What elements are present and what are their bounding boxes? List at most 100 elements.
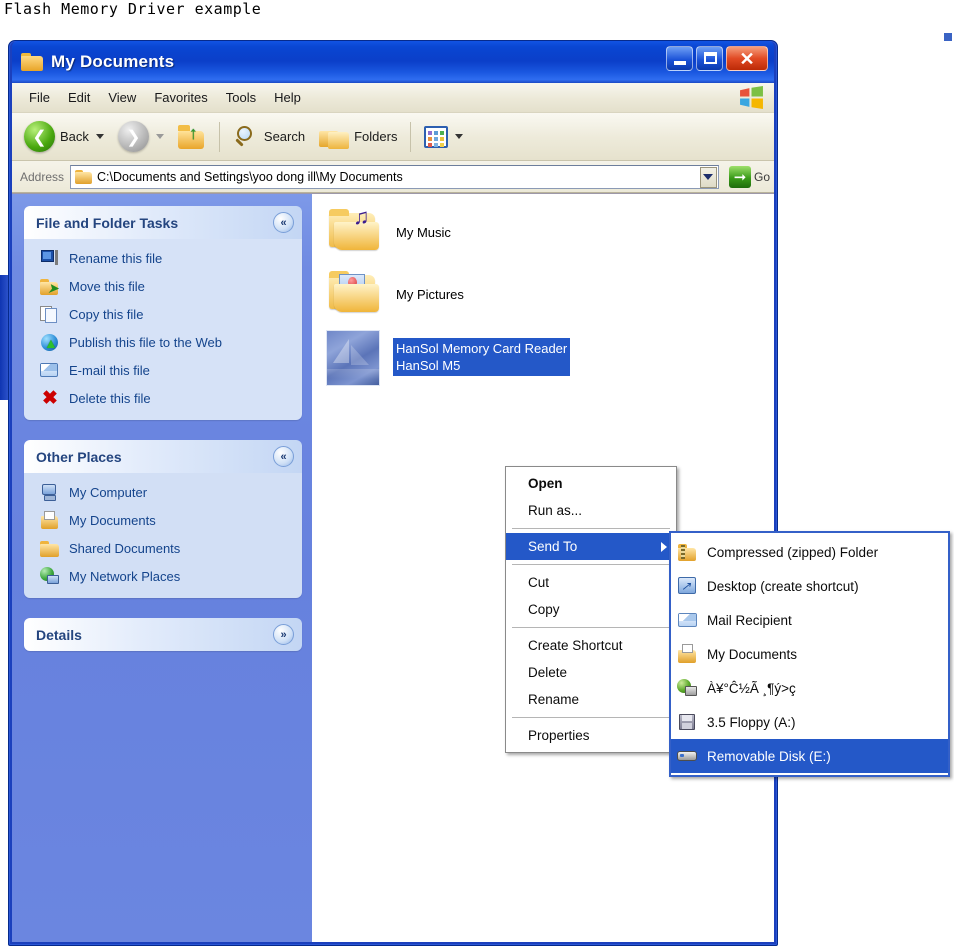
context-menu-item-rename[interactable]: Rename xyxy=(506,686,676,713)
folders-label: Folders xyxy=(354,129,398,144)
sidebar-item-label: E-mail this file xyxy=(69,363,150,378)
submenu-item-label: Compressed (zipped) Folder xyxy=(707,544,879,560)
sidebar-item-my-network-places[interactable]: My Network Places xyxy=(40,567,292,586)
up-folder-icon: ↑ xyxy=(177,124,206,149)
sidebar-item-email-this-file[interactable]: E-mail this file xyxy=(40,361,292,380)
chevron-up-icon[interactable]: « xyxy=(273,446,294,467)
submenu-item-removable-disk[interactable]: Removable Disk (E:) xyxy=(671,739,948,773)
context-menu-item-label: Send To xyxy=(528,539,578,554)
list-item[interactable]: My Pictures xyxy=(326,268,774,316)
back-dropdown-icon[interactable] xyxy=(95,134,104,139)
list-item-selected[interactable]: HanSol Memory Card Reader HanSol M5 xyxy=(326,330,774,386)
panel-header[interactable]: Other Places « xyxy=(24,440,302,473)
computer-icon xyxy=(40,483,60,502)
list-item[interactable]: ♫ My Music xyxy=(326,206,774,254)
search-button[interactable]: Search xyxy=(227,118,311,156)
menu-separator xyxy=(512,564,670,565)
submenu-item-network-drive[interactable]: À¥°Ĉ½Ã ¸¶ý>ç xyxy=(671,671,948,705)
desktop-shortcut-icon: ↗ xyxy=(677,576,698,596)
submenu-item-label: À¥°Ĉ½Ã ¸¶ý>ç xyxy=(707,680,796,696)
chevron-down-icon[interactable]: » xyxy=(273,624,294,645)
folders-button[interactable]: Folders xyxy=(313,118,403,156)
sidebar-item-rename-this-file[interactable]: Rename this file xyxy=(40,249,292,268)
views-dropdown-icon[interactable] xyxy=(455,134,464,139)
context-menu-item-copy[interactable]: Copy xyxy=(506,596,676,623)
address-label: Address xyxy=(20,169,65,184)
back-button[interactable]: ❮ Back xyxy=(18,118,110,156)
views-button[interactable] xyxy=(418,118,469,156)
address-dropdown-button[interactable] xyxy=(699,166,717,188)
sidebar-item-publish-to-web[interactable]: ▲ Publish this file to the Web xyxy=(40,333,292,352)
my-documents-icon xyxy=(40,511,60,530)
menu-tools[interactable]: Tools xyxy=(217,88,265,107)
panel-header[interactable]: File and Folder Tasks « xyxy=(24,206,302,239)
menu-file[interactable]: File xyxy=(20,88,59,107)
minimize-button[interactable] xyxy=(666,46,693,71)
context-menu-item-run-as[interactable]: Run as... xyxy=(506,497,676,524)
address-folder-icon xyxy=(75,169,93,184)
sidebar-item-label: Copy this file xyxy=(69,307,144,322)
context-menu[interactable]: Open Run as... Send To Cut Copy Create S… xyxy=(505,466,677,753)
submenu-item-compressed-folder[interactable]: Compressed (zipped) Folder xyxy=(671,535,948,569)
folder-icon xyxy=(21,53,43,71)
menu-help[interactable]: Help xyxy=(265,88,310,107)
menu-separator xyxy=(512,528,670,529)
panel-title: Details xyxy=(36,626,82,643)
views-icon xyxy=(424,125,449,148)
floppy-icon xyxy=(677,712,698,732)
submenu-item-my-documents[interactable]: My Documents xyxy=(671,637,948,671)
panel-file-and-folder-tasks: File and Folder Tasks « Rename this file… xyxy=(24,206,302,420)
music-folder-icon: ♫ xyxy=(326,206,380,254)
panel-header[interactable]: Details » xyxy=(24,618,302,651)
context-menu-item-open[interactable]: Open xyxy=(506,470,676,497)
sidebar-item-label: Move this file xyxy=(69,279,145,294)
removable-disk-icon xyxy=(677,746,698,766)
menu-bar: File Edit View Favorites Tools Help xyxy=(12,83,774,113)
sidebar-item-my-computer[interactable]: My Computer xyxy=(40,483,292,502)
page-title: Flash Memory Driver example xyxy=(4,0,262,18)
sidebar-item-move-this-file[interactable]: ➤ Move this file xyxy=(40,277,292,296)
context-menu-item-create-shortcut[interactable]: Create Shortcut xyxy=(506,632,676,659)
sidebar-item-copy-this-file[interactable]: Copy this file xyxy=(40,305,292,324)
go-button[interactable]: ➞ Go xyxy=(725,165,770,188)
application-thumbnail-icon xyxy=(326,330,381,386)
panel-body: Rename this file ➤ Move this file Copy t… xyxy=(24,239,302,420)
send-to-submenu[interactable]: Compressed (zipped) Folder ↗ Desktop (cr… xyxy=(669,531,950,777)
address-input[interactable]: C:\Documents and Settings\yoo dong ill\M… xyxy=(70,164,719,189)
context-menu-item-cut[interactable]: Cut xyxy=(506,569,676,596)
panel-details: Details » xyxy=(24,618,302,651)
submenu-item-floppy-drive[interactable]: 3.5 Floppy (A:) xyxy=(671,705,948,739)
sidebar-item-label: My Documents xyxy=(69,513,156,528)
forward-button[interactable]: ❯ xyxy=(112,118,170,156)
context-menu-item-send-to[interactable]: Send To xyxy=(506,533,676,560)
copy-icon xyxy=(40,305,60,324)
maximize-button[interactable] xyxy=(696,46,723,71)
menu-separator xyxy=(512,717,670,718)
close-button[interactable]: ✕ xyxy=(726,46,768,71)
chevron-up-icon[interactable]: « xyxy=(273,212,294,233)
file-name: My Music xyxy=(396,225,451,240)
edge-artifact-topright xyxy=(944,33,952,41)
context-menu-item-delete[interactable]: Delete xyxy=(506,659,676,686)
sidebar-item-my-documents[interactable]: My Documents xyxy=(40,511,292,530)
submenu-item-label: 3.5 Floppy (A:) xyxy=(707,714,796,730)
close-icon: ✕ xyxy=(739,48,755,69)
forward-dropdown-icon[interactable] xyxy=(155,134,164,139)
sidebar-item-delete-this-file[interactable]: ✖ Delete this file xyxy=(40,389,292,408)
sidebar-item-shared-documents[interactable]: Shared Documents xyxy=(40,539,292,558)
menu-favorites[interactable]: Favorites xyxy=(145,88,216,107)
submenu-item-mail-recipient[interactable]: Mail Recipient xyxy=(671,603,948,637)
zip-folder-icon xyxy=(677,542,698,562)
up-button[interactable]: ↑ xyxy=(172,118,212,156)
toolbar-separator-2 xyxy=(410,121,412,152)
sidebar-item-label: Publish this file to the Web xyxy=(69,335,222,350)
menu-view[interactable]: View xyxy=(99,88,145,107)
edge-artifact-left xyxy=(0,275,8,400)
context-menu-item-properties[interactable]: Properties xyxy=(506,722,676,749)
back-arrow-icon: ❮ xyxy=(24,121,55,152)
address-value: C:\Documents and Settings\yoo dong ill\M… xyxy=(97,169,403,184)
go-arrow-icon: ➞ xyxy=(728,165,751,188)
submenu-item-desktop-shortcut[interactable]: ↗ Desktop (create shortcut) xyxy=(671,569,948,603)
menu-edit[interactable]: Edit xyxy=(59,88,99,107)
window-controls: ✕ xyxy=(666,46,768,71)
